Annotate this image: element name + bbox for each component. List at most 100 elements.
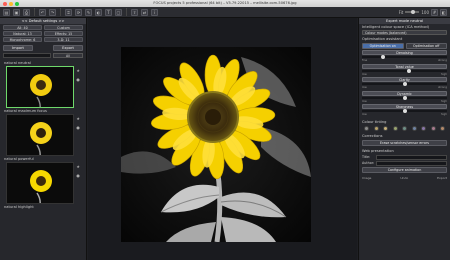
optimisation-off-button[interactable]: Optimisation off [405,43,447,49]
thumbnail-item[interactable]: natural highlight [2,204,84,210]
thumbnail-image[interactable] [6,114,74,156]
filter-row: All [0,53,86,60]
tint-swatch[interactable] [373,125,379,131]
optimisation-label: Optimisation assistant [362,37,403,41]
author-field[interactable] [376,160,447,166]
sunflower-thumbnail [7,67,73,107]
redo-icon[interactable]: ↷ [49,8,56,16]
favorite-icon[interactable]: ★ [76,68,80,73]
zoom-value: 100 [421,9,429,15]
rotate-icon[interactable]: ⟳ [75,8,82,16]
import-button[interactable]: Import [3,45,33,51]
title-field[interactable] [376,154,447,160]
slider-knob[interactable] [402,95,407,100]
footer-undo-button[interactable]: Undo [400,176,408,180]
preset-monochrome[interactable]: Monochrome: 6 [3,37,42,42]
slider-knob[interactable] [406,68,411,73]
compare-icon[interactable]: ◧ [440,8,447,16]
print-icon[interactable]: ⎙ [23,8,30,16]
preset-effects[interactable]: Effects: 15 [44,31,83,36]
sharpness-track[interactable] [362,109,447,113]
grid-icon[interactable]: # [431,8,438,16]
info-icon[interactable]: i [151,8,158,16]
open-icon[interactable]: ▤ [3,8,10,16]
search-input[interactable] [3,53,51,58]
corrections-label: Corrections [362,133,383,138]
slider-max-label: high [440,112,447,116]
frame-icon[interactable]: ▢ [115,8,122,16]
thumbnail-item[interactable]: natural neutral ★ ● [2,60,84,108]
info-icon[interactable]: ● [76,173,80,178]
colour-space-dropdown[interactable]: Colour modes (balanced) [362,30,447,35]
slider-min-label: low [362,112,367,116]
preset-all[interactable]: All: 40 [3,25,42,30]
web-presentation-label: Web presentation [362,148,394,153]
tint-swatch[interactable] [392,125,398,131]
tint-swatch[interactable] [364,125,369,131]
favorite-icon[interactable]: ★ [76,164,80,169]
preset-categories: All: 40 Custom Natural: 13 Effects: 15 M… [0,24,86,43]
info-icon[interactable]: ● [76,77,80,82]
thumbnail-image[interactable] [6,162,74,204]
tint-swatch[interactable] [421,125,426,131]
preset-custom[interactable]: Custom [44,25,83,30]
preset-3d[interactable]: 3-D: 11 [44,37,83,42]
thumbnail-label: natural highlight [4,205,34,209]
tint-swatch[interactable] [402,125,407,131]
tint-swatch[interactable] [440,125,445,131]
sunflower-thumbnail [7,115,73,155]
thumbnail-actions: ★ ● [76,116,80,130]
optimisation-toggle: Optimisation on Optimisation off [362,43,447,49]
crop-icon[interactable]: ⌗ [65,8,72,16]
tonal-value-button[interactable]: Tonal value [362,63,447,69]
thumbnail-item[interactable]: natural powerful ★ ● [2,156,84,204]
export-icon[interactable]: ⇪ [131,8,138,16]
main-photo[interactable] [121,47,311,242]
erase-scratches-button[interactable]: Erase scratches/sensor errors [362,139,447,146]
mask-icon[interactable]: ◐ [95,8,102,16]
tint-swatch[interactable] [411,125,417,131]
colour-tinting-section: Colour tinting [359,119,450,133]
optimisation-on-button[interactable]: Optimisation on [362,43,404,49]
denoising-button[interactable]: Denoising [362,50,447,55]
slider-max-label: high [440,98,447,103]
tint-swatch[interactable] [383,125,388,131]
share-icon[interactable]: ⇄ [141,8,148,16]
thumbnail-item[interactable]: natural maximum focus ★ ● [2,108,84,156]
dynamic-button[interactable]: Dynamic [362,90,447,96]
dynamic-track[interactable] [362,95,447,100]
footer-export-button[interactable]: Export [437,176,447,180]
minimize-window-button[interactable] [9,1,13,6]
configure-animation-button[interactable]: Configure animation [362,166,447,173]
close-window-button[interactable] [3,1,7,6]
slider-min-label: low [362,85,367,89]
save-icon[interactable]: ▣ [13,8,20,16]
filter-select[interactable]: All [53,53,83,58]
colour-space-section: Intelligent colour space (ICA method) Co… [359,24,450,36]
thumbnail-image[interactable] [6,66,74,108]
clarity-track[interactable] [362,82,447,86]
sunflower-thumbnail [7,163,73,203]
toolbar-divider [126,8,127,16]
tint-swatch[interactable] [430,125,436,131]
slider-min-label: low [362,98,367,103]
export-button[interactable]: Export [53,45,83,51]
zoom-slider[interactable] [405,9,420,14]
slider-knob[interactable] [402,109,407,113]
preset-natural[interactable]: Natural: 13 [3,31,42,36]
footer-image-button[interactable]: Image [362,176,371,180]
undo-icon[interactable]: ↶ [39,8,46,16]
favorite-icon[interactable]: ★ [76,116,80,121]
denoising-slider: Denoising fine strong [362,50,447,62]
text-icon[interactable]: T [105,8,112,16]
image-canvas[interactable] [88,18,357,260]
window-title: FOCUS projects 5 professional (64 bit) –… [153,1,297,5]
maximize-window-button[interactable] [15,1,19,6]
thumbnail-actions: ★ ● [76,164,80,178]
optimisation-section: Optimisation assistant Optimisation on O… [359,36,450,119]
slider-knob[interactable] [402,82,407,86]
tonal-value-track[interactable] [362,68,447,73]
info-icon[interactable]: ● [76,125,80,130]
denoising-track[interactable] [362,55,447,59]
retouch-icon[interactable]: ✎ [85,8,92,16]
